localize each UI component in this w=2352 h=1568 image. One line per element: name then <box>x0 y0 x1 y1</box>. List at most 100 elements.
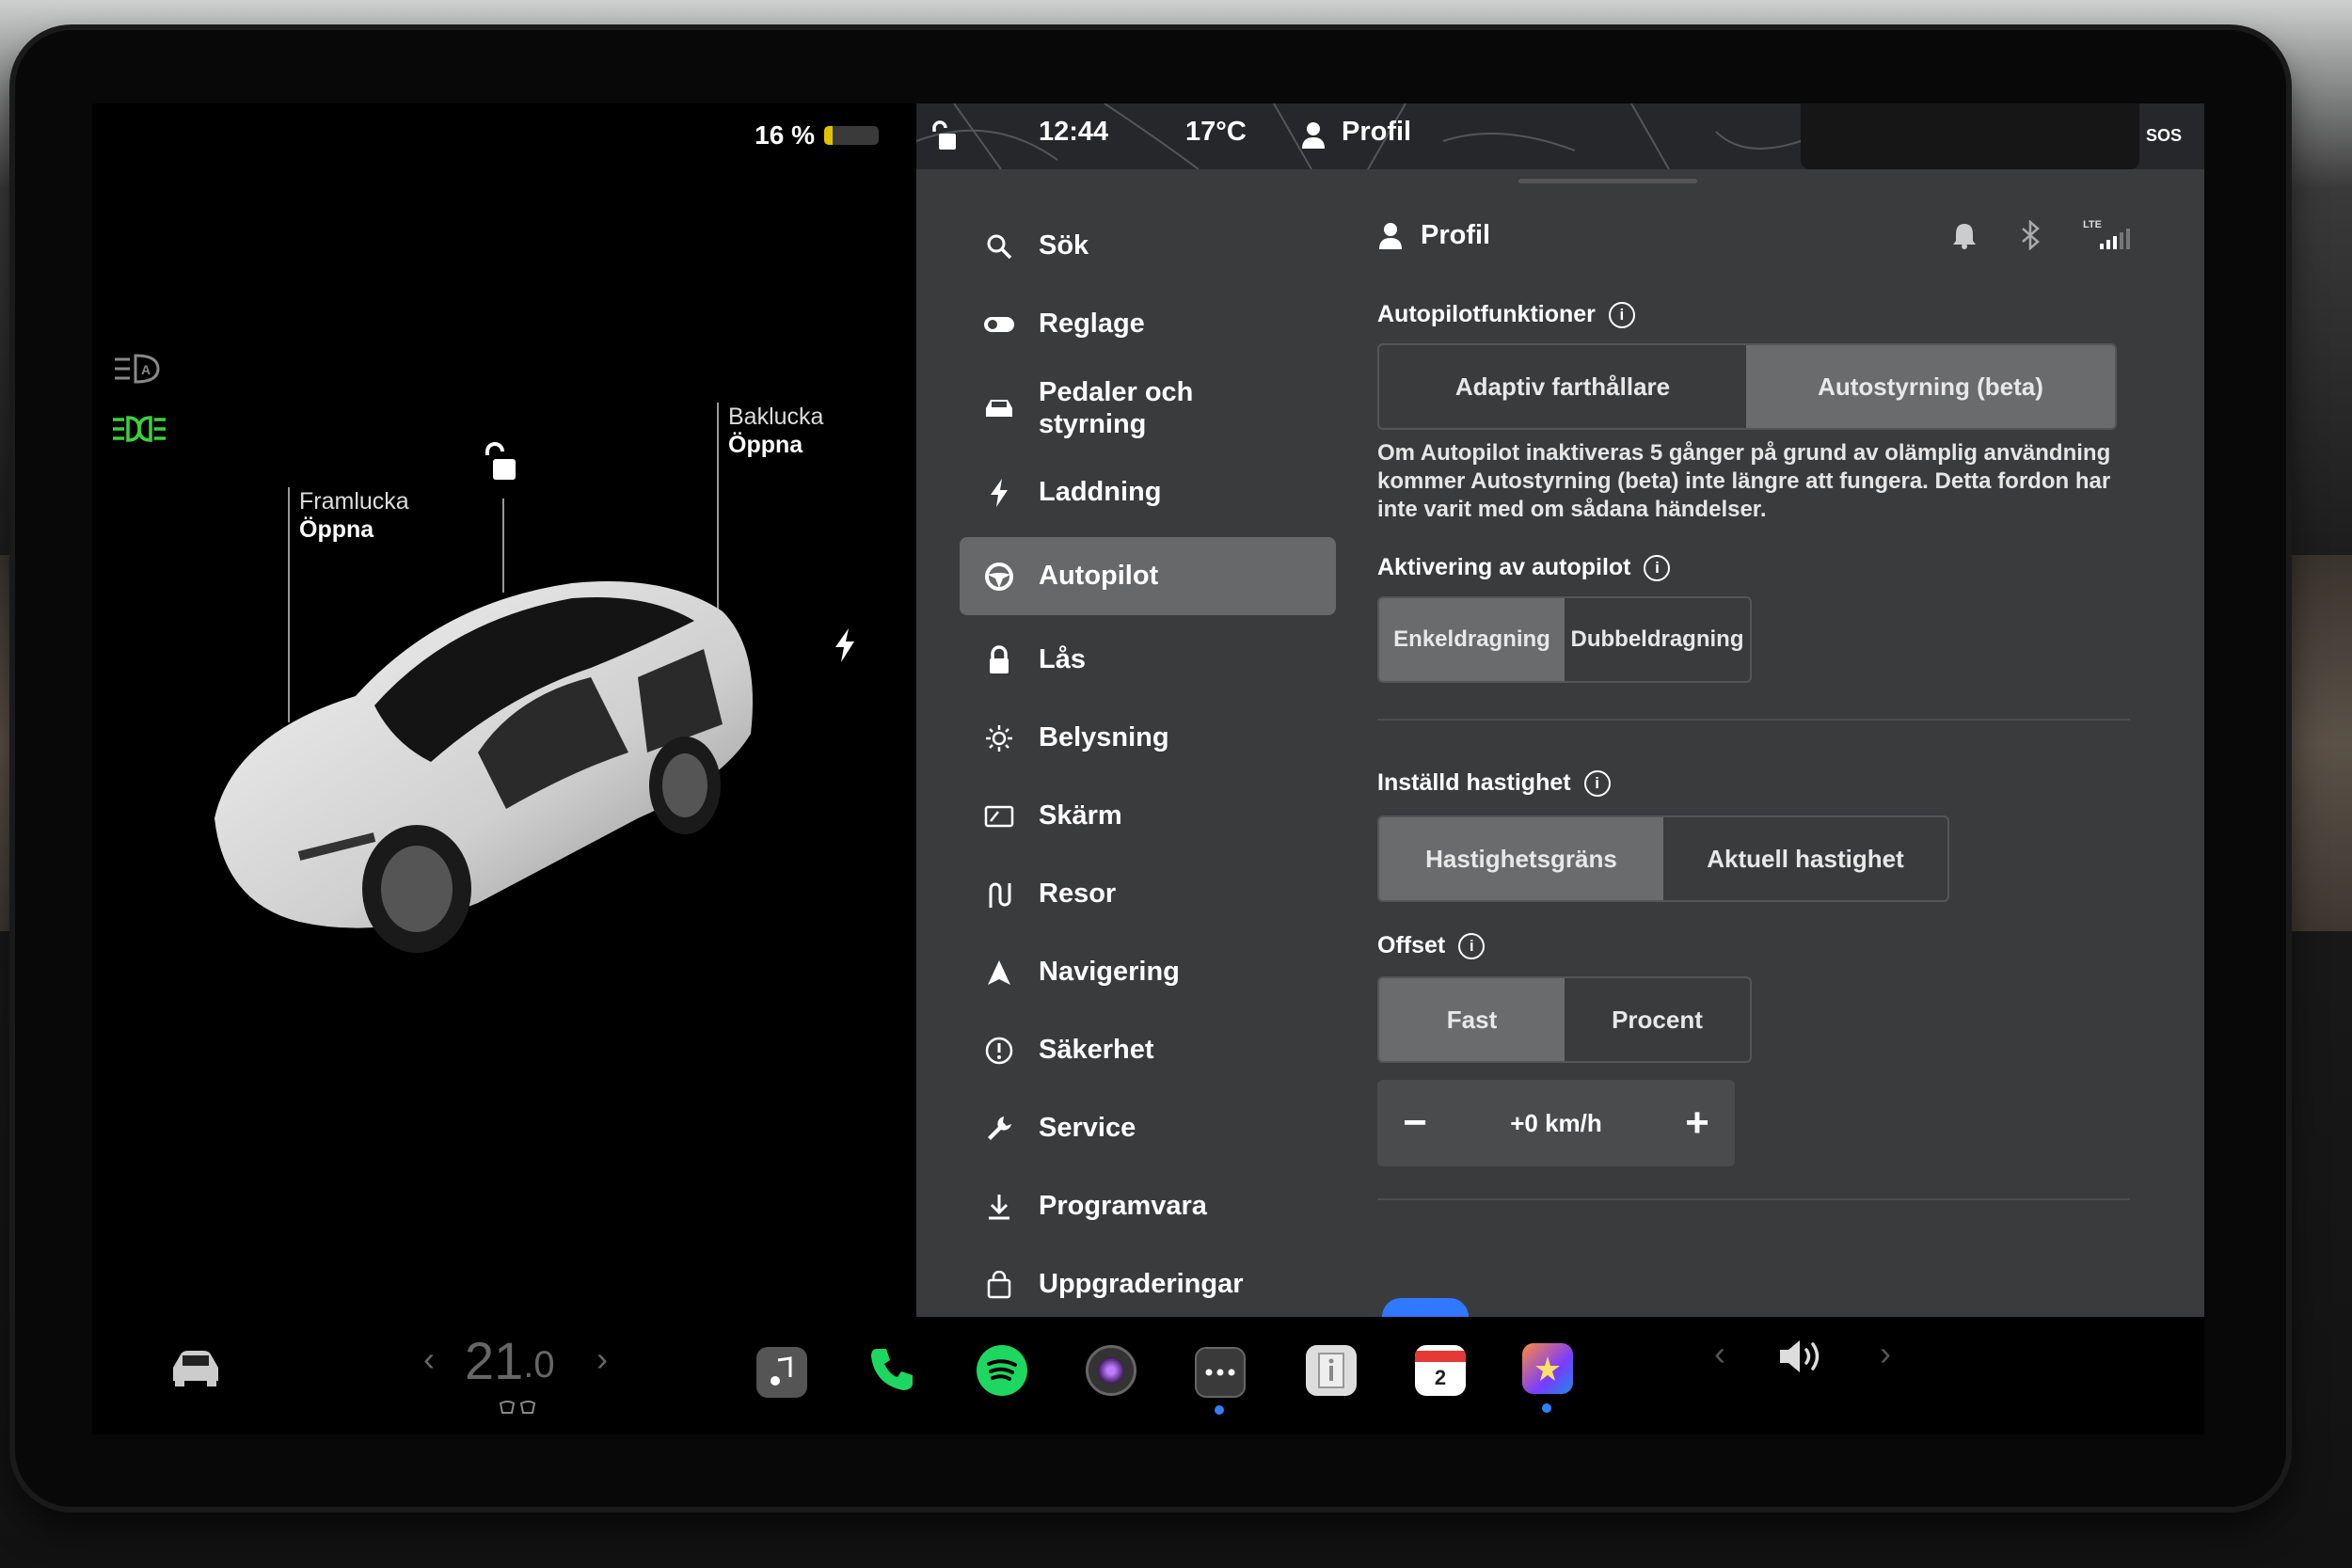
temp-increase-chevron[interactable]: › <box>596 1339 608 1379</box>
option-autosteer-beta[interactable]: Autostyrning (beta) <box>1746 345 2115 428</box>
front-trunk-label[interactable]: Framlucka Öppna <box>299 487 409 544</box>
autopilot-features-title: Autopilotfunktioner i <box>1377 301 2130 328</box>
autopilot-features-label: Autopilotfunktioner <box>1377 301 1596 327</box>
camera-icon[interactable] <box>1086 1345 1136 1396</box>
info-icon[interactable]: i <box>1583 769 1611 797</box>
option-current-speed[interactable]: Aktuell hastighet <box>1663 817 1947 900</box>
autopilot-settings: Profil LTE Autopilotfunktioner i Adaptiv… <box>1377 207 2130 1200</box>
menu-item-label: Resor <box>1039 879 1117 909</box>
option-single-pull[interactable]: Enkeldragning <box>1379 598 1565 681</box>
volume-up-chevron[interactable]: › <box>1880 1334 1891 1373</box>
profile-status-label[interactable]: Profil <box>1342 117 1411 148</box>
volume-down-chevron[interactable]: ‹ <box>1714 1334 1725 1373</box>
increase-offset-button[interactable]: + <box>1678 1100 1716 1147</box>
menu-item-reglage[interactable]: Reglage <box>960 285 1336 363</box>
option-double-pull[interactable]: Dubbeldragning <box>1565 598 1750 681</box>
profile-header: Profil LTE <box>1377 207 2130 263</box>
music-icon[interactable] <box>756 1347 807 1398</box>
menu-item-label: Skärm <box>1039 800 1122 831</box>
menu-item-label: Sök <box>1039 230 1089 261</box>
front-trunk-open[interactable]: Öppna <box>299 515 409 544</box>
menu-item-label: Programvara <box>1039 1191 1207 1221</box>
spotify-icon[interactable] <box>977 1345 1027 1396</box>
phone-icon[interactable] <box>866 1343 918 1396</box>
battery-status: 16 % <box>755 120 879 150</box>
rear-trunk-label[interactable]: Baklucka Öppna <box>728 403 823 459</box>
option-fixed[interactable]: Fast <box>1379 978 1565 1061</box>
temp-decimal: .0 <box>523 1344 555 1386</box>
autopilot-features-selector: Adaptiv farthållare Autostyrning (beta) <box>1377 343 2117 430</box>
menu-item-programvara[interactable]: Programvara <box>960 1167 1336 1245</box>
activation-selector: Enkeldragning Dubbeldragning <box>1377 596 1752 683</box>
menu-item-label: Autopilot <box>1039 561 1159 591</box>
unlock-icon[interactable] <box>480 442 517 483</box>
menu-item-sök[interactable]: Sök <box>960 207 1336 285</box>
navigation-icon <box>982 956 1016 990</box>
offset-value: +0 km/h <box>1510 1108 1602 1137</box>
sos-button[interactable]: SOS <box>2146 126 2182 146</box>
download-icon <box>982 1190 1016 1224</box>
menu-item-label: Pedaler och styrning <box>1039 377 1194 439</box>
display-icon <box>982 800 1016 833</box>
menu-item-label: Säkerhet <box>1039 1035 1154 1065</box>
menu-item-resor[interactable]: Resor <box>960 855 1336 933</box>
signal-bars-icon <box>2100 229 2130 249</box>
menu-item-label: Navigering <box>1039 957 1180 987</box>
set-speed-label: Inställd hastighet <box>1377 769 1571 796</box>
status-bar: 12:44 17°C Profil SOS <box>916 103 2204 169</box>
menu-item-skärm[interactable]: Skärm <box>960 777 1336 855</box>
menu-item-pedaler-och-styrning[interactable]: Pedaler och styrning <box>960 363 1336 453</box>
parking-lights-icon[interactable] <box>111 414 167 444</box>
menu-item-label: Uppgraderingar <box>1039 1269 1244 1299</box>
rear-trunk-name: Baklucka <box>728 404 824 430</box>
temp-decrease-chevron[interactable]: ‹ <box>423 1339 435 1379</box>
car-icon[interactable] <box>167 1347 224 1388</box>
info-icon[interactable]: i <box>1608 301 1635 328</box>
menu-item-belysning[interactable]: Belysning <box>960 699 1336 777</box>
manual-icon[interactable] <box>1306 1345 1357 1396</box>
search-icon <box>982 230 1016 263</box>
vehicle-illustration[interactable] <box>196 546 817 959</box>
toybox-icon[interactable] <box>1522 1343 1573 1394</box>
option-speed-limit[interactable]: Hastighetsgräns <box>1379 817 1663 900</box>
profile-header-label[interactable]: Profil <box>1421 220 1490 251</box>
menu-item-navigering[interactable]: Navigering <box>960 933 1336 1011</box>
panel-drag-handle[interactable] <box>1518 179 1697 183</box>
temp-whole: 21 <box>465 1331 524 1390</box>
battery-fill <box>824 126 834 145</box>
cabin-temperature[interactable]: 21 .0 <box>465 1330 555 1391</box>
menu-item-säkerhet[interactable]: Säkerhet <box>960 1011 1336 1089</box>
profile-icon[interactable] <box>1300 120 1327 149</box>
bolt-icon <box>982 476 1016 510</box>
more-icon[interactable] <box>1195 1347 1246 1398</box>
calendar-day: 2 <box>1434 1366 1447 1389</box>
unlock-status-icon[interactable] <box>930 120 958 152</box>
decrease-offset-button[interactable]: − <box>1396 1100 1434 1147</box>
volume-icon[interactable] <box>1776 1336 1829 1377</box>
section-divider <box>1377 719 2130 721</box>
calendar-icon[interactable]: 2 <box>1415 1345 1466 1396</box>
offset-stepper: − +0 km/h + <box>1377 1080 1735 1166</box>
camera-notch <box>1801 103 2139 169</box>
menu-item-laddning[interactable]: Laddning <box>960 453 1336 531</box>
settings-panel: 12:44 17°C Profil SOS Sök Reglage Pedaler … <box>916 103 2204 1317</box>
profile-icon[interactable] <box>1377 221 1404 249</box>
bluetooth-icon[interactable] <box>2019 220 2042 250</box>
option-adaptive-cruise[interactable]: Adaptiv farthållare <box>1379 345 1746 428</box>
lte-signal-icon: LTE <box>2083 219 2130 251</box>
rear-trunk-open[interactable]: Öppna <box>728 431 823 459</box>
seat-heater-icon[interactable] <box>497 1398 538 1417</box>
info-icon[interactable]: i <box>1458 932 1486 959</box>
info-icon[interactable]: i <box>1644 554 1671 581</box>
auto-headlights-icon[interactable]: A <box>111 350 164 388</box>
bell-icon[interactable] <box>1951 221 1978 249</box>
menu-item-service[interactable]: Service <box>960 1089 1336 1167</box>
menu-item-uppgraderingar[interactable]: Uppgraderingar <box>960 1245 1336 1317</box>
menu-item-autopilot[interactable]: Autopilot <box>960 537 1336 615</box>
charge-port-icon[interactable] <box>832 626 858 664</box>
menu-item-lås[interactable]: Lås <box>960 621 1336 699</box>
activation-label: Aktivering av autopilot <box>1377 554 1631 580</box>
set-speed-title: Inställd hastighet i <box>1377 769 2130 797</box>
toggle-switch[interactable] <box>1382 1298 1469 1317</box>
option-percent[interactable]: Procent <box>1565 978 1750 1061</box>
